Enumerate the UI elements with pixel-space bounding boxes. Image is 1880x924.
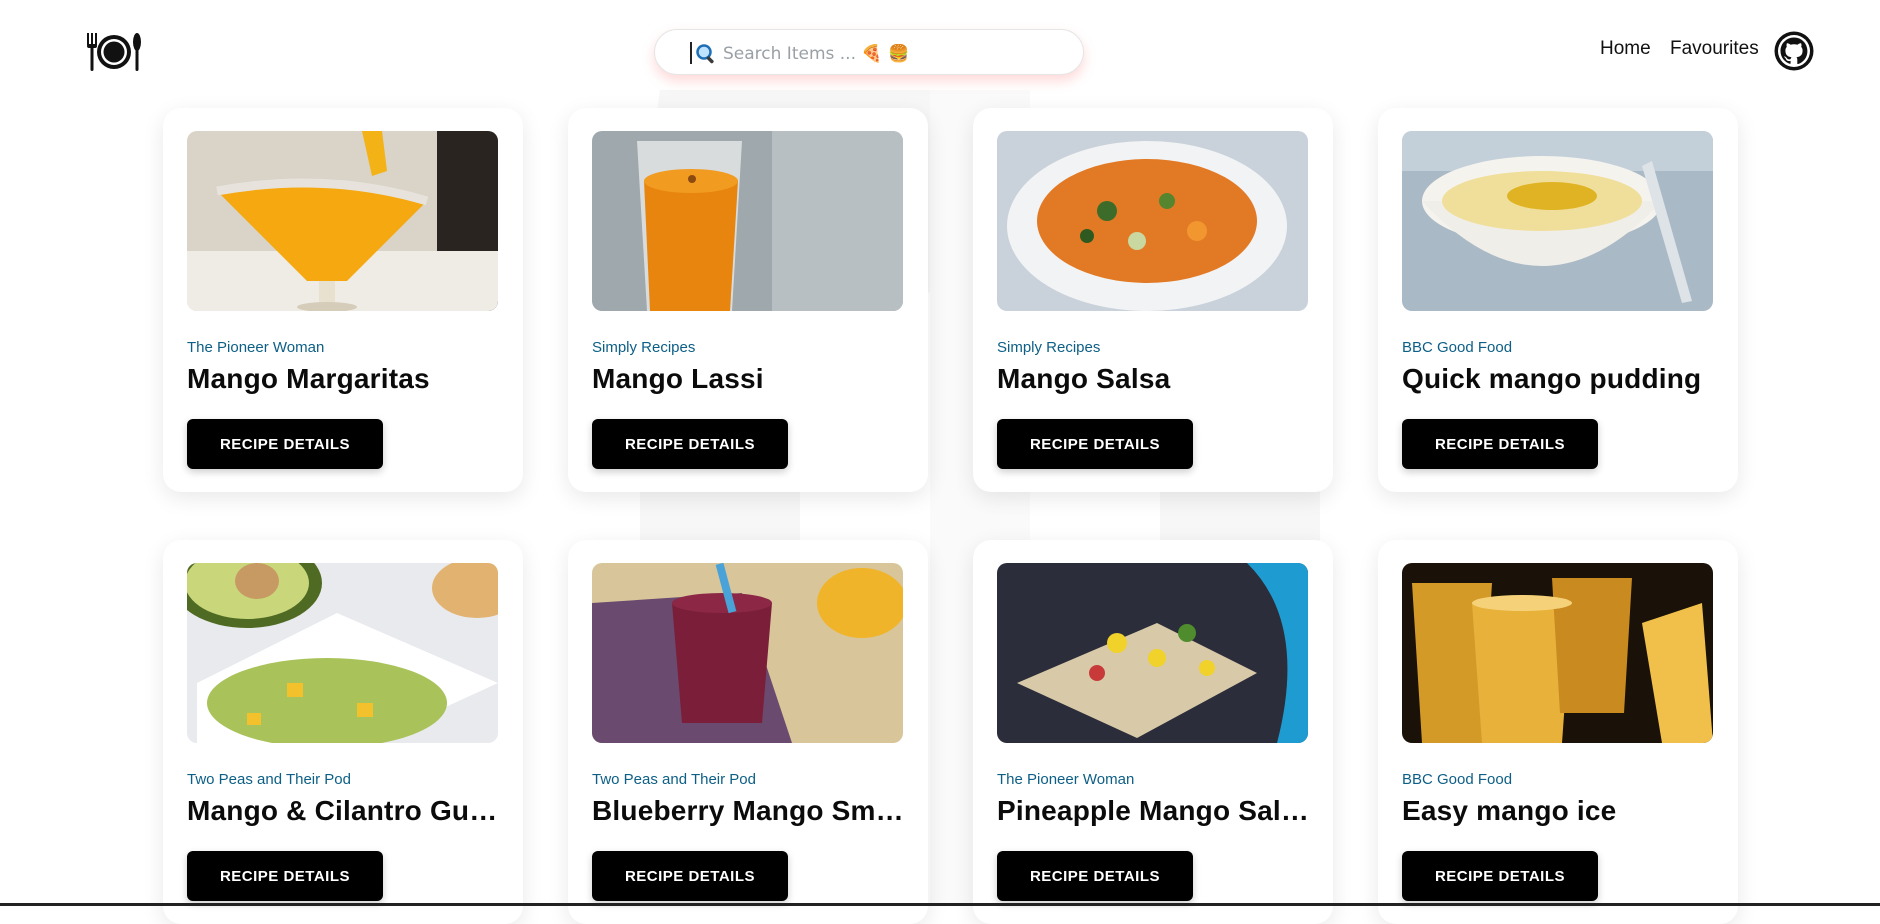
recipe-publisher: The Pioneer Woman [997, 771, 1135, 788]
mango-pudding-photo[interactable] [1402, 131, 1713, 311]
recipe-publisher: Two Peas and Their Pod [187, 771, 351, 788]
recipe-card[interactable]: Simply Recipes Mango Lassi RECIPE DETAIL… [568, 108, 928, 492]
recipe-publisher: Two Peas and Their Pod [592, 771, 756, 788]
recipe-details-button[interactable]: RECIPE DETAILS [1402, 851, 1598, 901]
smoothie-photo[interactable] [592, 563, 903, 743]
pineapple-salsa-photo[interactable] [997, 563, 1308, 743]
recipe-details-button[interactable]: RECIPE DETAILS [1402, 419, 1598, 469]
mango-lassi-photo[interactable] [592, 131, 903, 311]
recipe-card[interactable]: Two Peas and Their Pod Mango & Cilantro … [163, 540, 523, 924]
recipe-card[interactable]: Two Peas and Their Pod Blueberry Mango S… [568, 540, 928, 924]
recipe-publisher: BBC Good Food [1402, 339, 1513, 356]
search-bar[interactable] [654, 29, 1084, 75]
top-header: Home Favourites [0, 0, 1880, 105]
recipe-title: Mango Salsa [997, 363, 1171, 394]
recipe-title: Mango Margaritas [187, 363, 430, 394]
guacamole-photo[interactable] [187, 563, 498, 743]
text-cursor [690, 42, 692, 64]
recipe-card[interactable]: The Pioneer Woman Mango Margaritas RECIP… [163, 108, 523, 492]
recipe-details-button[interactable]: RECIPE DETAILS [592, 851, 788, 901]
recipe-publisher: Simply Recipes [997, 339, 1101, 356]
recipe-title: Mango Lassi [592, 363, 764, 394]
recipe-publisher: Simply Recipes [592, 339, 696, 356]
recipe-details-button[interactable]: RECIPE DETAILS [187, 851, 383, 901]
recipe-details-button[interactable]: RECIPE DETAILS [997, 419, 1193, 469]
recipe-details-button[interactable]: RECIPE DETAILS [997, 851, 1193, 901]
recipe-title: Pineapple Mango Salsa [997, 795, 1311, 826]
recipe-details-button[interactable]: RECIPE DETAILS [187, 419, 383, 469]
search-input[interactable] [721, 38, 1065, 70]
nav-favourites-link[interactable]: Favourites [1670, 38, 1759, 60]
recipe-publisher: BBC Good Food [1402, 771, 1513, 788]
recipe-title: Blueberry Mango Smo... [592, 795, 906, 826]
recipe-title: Easy mango ice [1402, 795, 1617, 826]
recipe-title: Quick mango pudding [1402, 363, 1702, 394]
recipe-title: Mango & Cilantro Gua... [187, 795, 501, 826]
recipe-details-button[interactable]: RECIPE DETAILS [592, 419, 788, 469]
recipe-card[interactable]: BBC Good Food Quick mango pudding RECIPE… [1378, 108, 1738, 492]
mango-margarita-photo[interactable] [187, 131, 498, 311]
github-icon[interactable] [1773, 30, 1815, 72]
recipe-card[interactable]: The Pioneer Woman Pineapple Mango Salsa … [973, 540, 1333, 924]
magnifier-icon [696, 44, 714, 64]
recipe-card[interactable]: Simply Recipes Mango Salsa RECIPE DETAIL… [973, 108, 1333, 492]
recipe-publisher: The Pioneer Woman [187, 339, 325, 356]
nav-home-link[interactable]: Home [1600, 38, 1651, 60]
mango-salsa-photo[interactable] [997, 131, 1308, 311]
plate-and-cutlery-icon[interactable] [84, 30, 144, 74]
mango-ice-photo[interactable] [1402, 563, 1713, 743]
recipe-card[interactable]: BBC Good Food Easy mango ice RECIPE DETA… [1378, 540, 1738, 924]
